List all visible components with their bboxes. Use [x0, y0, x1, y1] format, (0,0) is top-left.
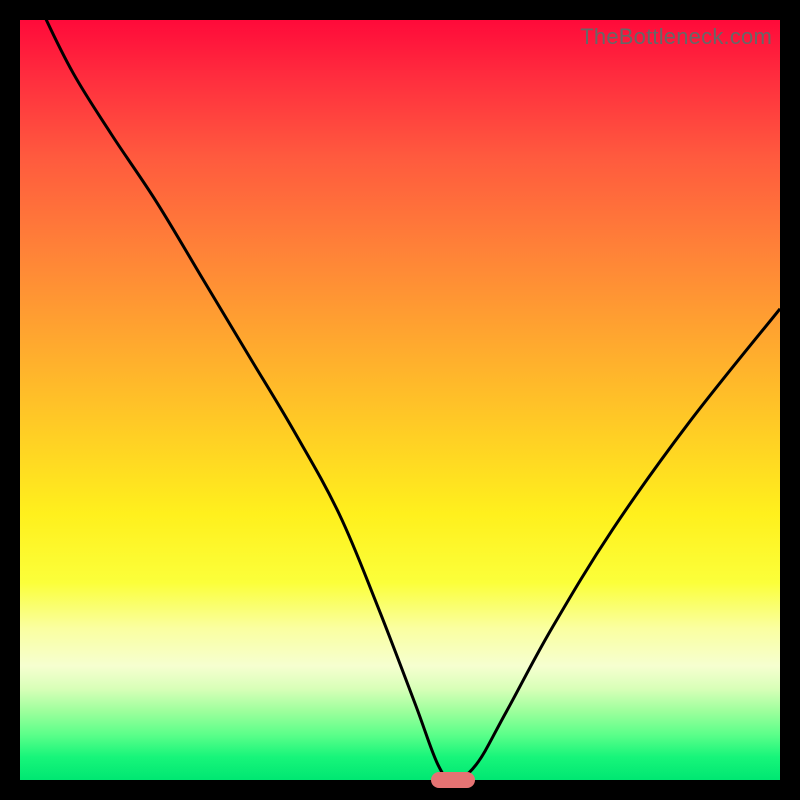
optimal-point-marker [431, 772, 475, 788]
bottleneck-curve [20, 20, 780, 780]
watermark-text: TheBottleneck.com [580, 24, 772, 50]
chart-frame: TheBottleneck.com [20, 20, 780, 780]
